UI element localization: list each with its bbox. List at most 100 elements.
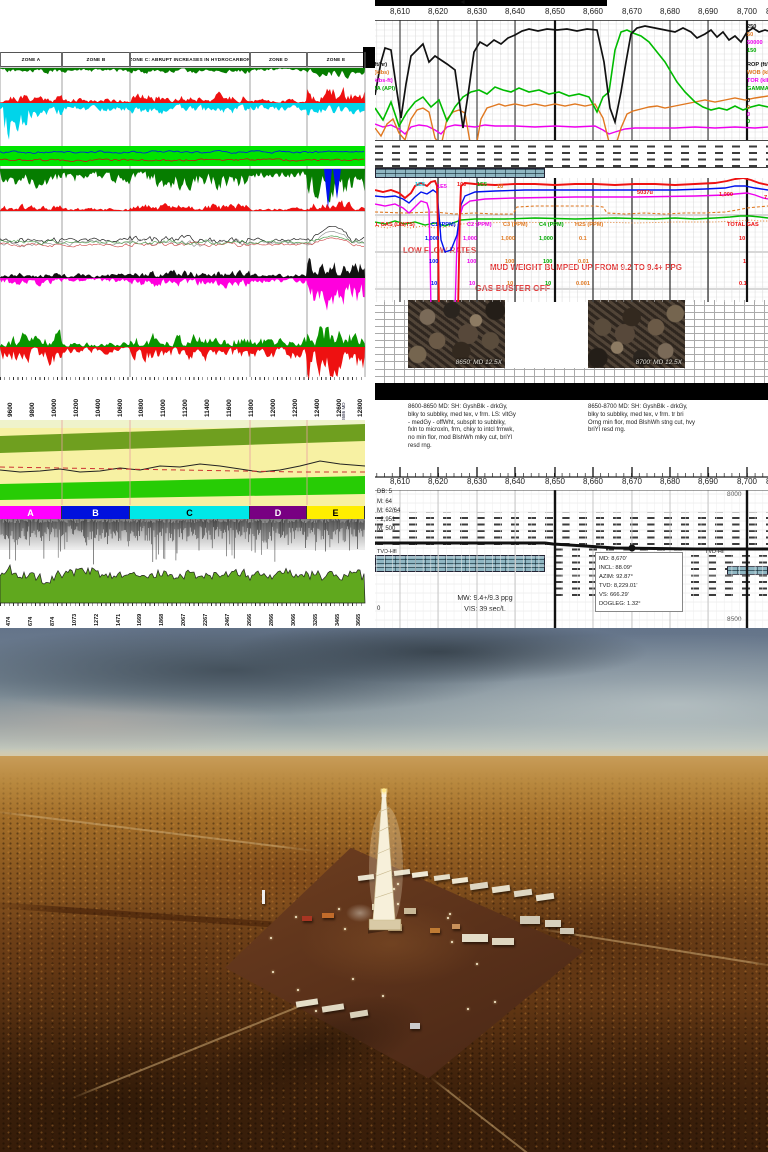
track-chromatograph-band: [0, 146, 365, 166]
gas-scale-value: 100: [505, 259, 515, 265]
pad-light: [297, 989, 299, 991]
track-rop-profile: [0, 563, 366, 604]
photo-caption: 8650' MD 12.5X: [455, 359, 502, 366]
track-magenta-mirror: [0, 278, 365, 311]
lower-left-label: M: 64: [377, 499, 393, 505]
md-top-8,650: 8,650: [544, 7, 566, 16]
rig-structure: [262, 890, 265, 904]
gas-scale-value: 0.001: [576, 281, 590, 287]
survey-line: AZIM: 92.87°: [599, 573, 633, 580]
lower-left-label: M: 62/64: [377, 508, 401, 514]
param-label-left: WOB (klbs): [375, 70, 390, 76]
param-label-right: WOB (klbs): [747, 70, 768, 76]
gas-scale-value: 10: [545, 281, 552, 287]
survey-line: DOGLEG: 1.32°: [599, 600, 641, 607]
gas-top-label: 1,000: [719, 192, 733, 198]
param-label-right: TOR (klbs-ft): [747, 78, 768, 84]
gas-top-label: 5037u: [637, 190, 653, 196]
pad-light: [451, 941, 453, 943]
section-black-bar: [375, 383, 768, 400]
param-label-left: TOR (klbs-ft): [375, 78, 393, 84]
pad-light: [344, 928, 346, 930]
gas-curve-name: TOTAL GAS: [727, 222, 759, 228]
param-label-right: ROP (ft/hr): [747, 62, 768, 68]
gas-scale-value: 10: [431, 281, 438, 287]
md-top-8,620: 8,620: [427, 7, 449, 16]
gas-top-label: 1E5: [477, 182, 487, 188]
lower-left-label: : 2,951: [377, 517, 396, 523]
md-bottom-8,680: 8,680: [659, 477, 681, 486]
param-label-right: 150: [747, 48, 757, 54]
gas-scale-value: 10: [739, 236, 746, 242]
md-top-8,640: 8,640: [504, 7, 526, 16]
grid-strip-left: [375, 300, 408, 368]
track-shale-indicator: [0, 68, 365, 79]
aerial-rig-photo: [0, 628, 768, 1152]
rock-texture: [588, 300, 685, 368]
grid-strip-right: [685, 300, 768, 368]
gas-scale-value: 1,000: [425, 236, 439, 242]
survey-info-box: MD: 8,670' INCL: 88.09° AZIM: 92.87° TVD: 8…: [595, 552, 683, 612]
right-striplog-panel: ◄ 8,610 8,620 8,630 8,640 8,650 8,660 8,670 8,6…: [375, 0, 768, 628]
gas-scale-value: 100: [543, 259, 553, 265]
depth-marker-icon: ◄: [459, 0, 466, 6]
md-bottom-8,660: 8,660: [582, 477, 604, 486]
md-bottom-8,630: 8,630: [466, 477, 488, 486]
md-bottom-8,640: 8,640: [504, 477, 526, 486]
gas-top-label: 10: [497, 184, 504, 190]
gas-scale-value: 1,000: [501, 236, 515, 242]
gas-scale-value: 1: [743, 259, 747, 265]
rig-structure: [410, 1023, 420, 1029]
param-label-right: GAMMA (API): [747, 86, 768, 92]
gas-scale-value: 1,000: [539, 236, 553, 242]
track-red-shows-2: [0, 200, 365, 211]
pad-light: [382, 995, 384, 997]
track-oil-show-red: [0, 86, 365, 103]
param-label-left: GAMMA (API): [375, 86, 396, 92]
lag-hatch-band: [375, 140, 768, 168]
md-top-8,670: 8,670: [621, 7, 643, 16]
md-top-8,610: 8,610: [389, 7, 411, 16]
rig-structure: [430, 928, 440, 933]
rig-structure: [545, 920, 561, 927]
md-bottom-8,610: 8,610: [389, 477, 411, 486]
lithology-description-8650-8700: 8650-8700 MD: SH: GyshBlk - drkGy, blky …: [588, 404, 696, 434]
param-label-right: 50000: [747, 40, 763, 46]
pad-light: [272, 971, 274, 973]
cuttings-photo-8700: 8700' MD 12.5X: [588, 300, 685, 368]
survey-line: VS: 666.29': [599, 591, 629, 598]
gas-scale-value: 100: [467, 259, 477, 265]
md-top-8,690: 8,690: [697, 7, 719, 16]
mudlog-composite-report: ZONE A ZONE B ZONE C: ABRUPT INCREASES IN …: [0, 0, 768, 1152]
gas-curve-name: H2S (PPM): [575, 222, 604, 228]
rig-structure: [302, 916, 312, 921]
survey-point-marker: [628, 544, 636, 552]
track-delta-red-down: [0, 347, 365, 380]
drilling-params-track: [375, 20, 768, 140]
track-gas-hang: [0, 169, 365, 203]
param-label-left: ROP (ft/hr): [375, 62, 388, 68]
lower-left-label: DB: 5: [377, 489, 393, 495]
param-label-right: 0: [747, 119, 751, 125]
rig-structure: [462, 934, 488, 942]
gas-scale-value: 0.1: [739, 281, 747, 287]
lithology-brick-bar: [375, 168, 545, 178]
gas-curve-name: C4 (PPM): [539, 222, 564, 228]
pad-light: [449, 913, 451, 915]
md-bottom-8,620: 8,620: [427, 477, 449, 486]
grid-strip-full: [375, 368, 768, 383]
param-label-right: 50: [747, 32, 754, 38]
drilling-derrick: [368, 788, 403, 934]
gas-curve-name: TOTAL GAS (UNITS): [375, 222, 415, 228]
rig-structure: [322, 913, 334, 918]
pad-light: [476, 963, 478, 965]
sky: [0, 628, 768, 760]
pad-light: [447, 917, 449, 919]
lower-left-label: M: 500: [377, 526, 396, 532]
param-label-right: 0: [747, 98, 751, 104]
pad-light: [315, 1010, 317, 1012]
track-delta-green-up: [0, 326, 365, 347]
track-cyan-porosity: [0, 103, 365, 140]
rig-structure: [520, 916, 540, 924]
param-label-right: 0: [747, 105, 751, 111]
